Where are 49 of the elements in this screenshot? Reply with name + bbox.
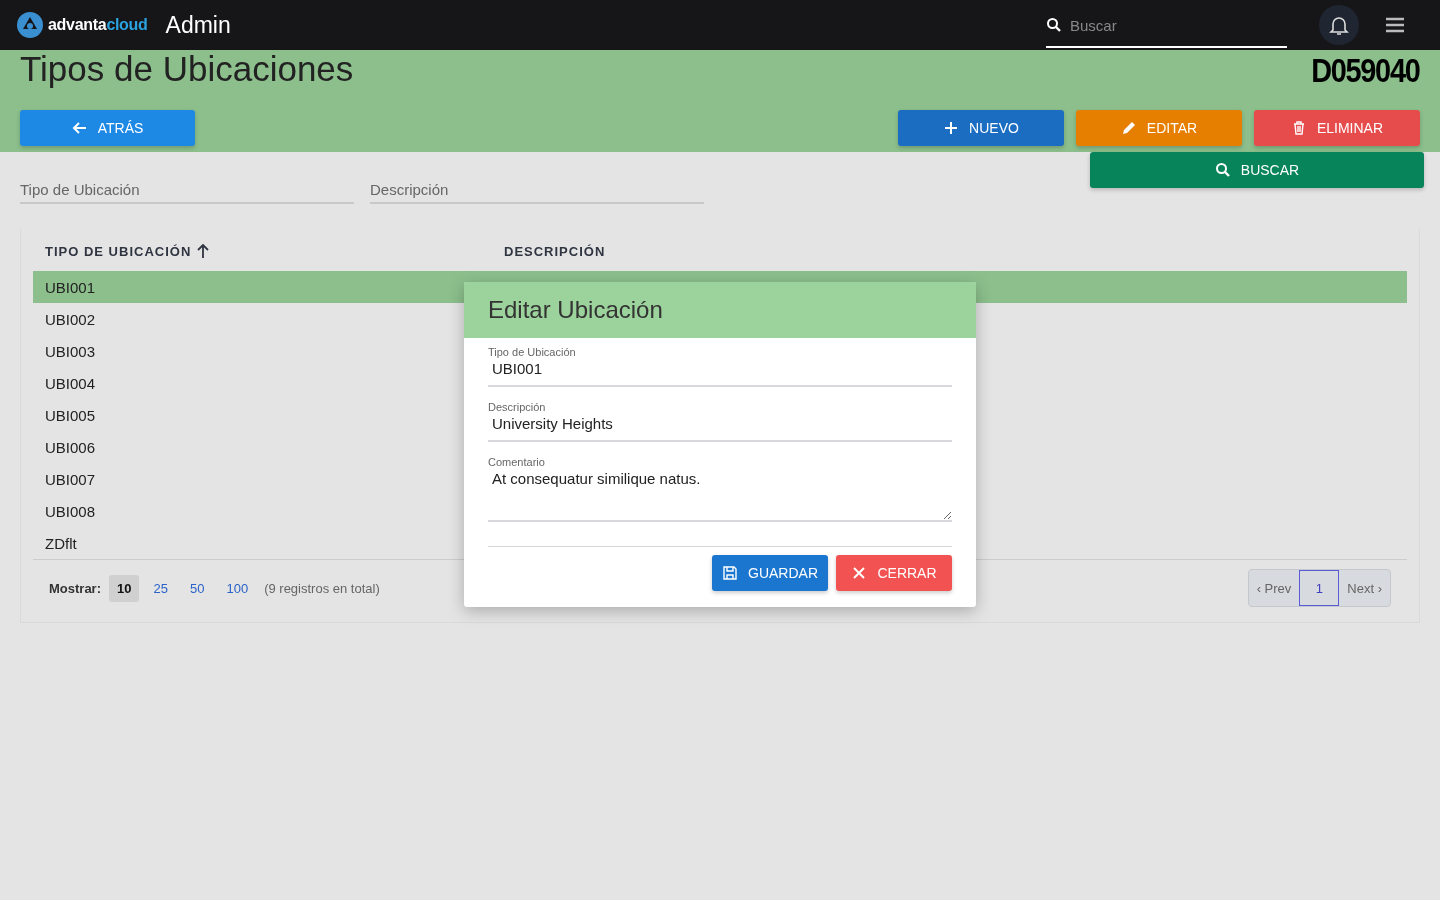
page-size-option[interactable]: 100 [218,574,257,602]
delete-button[interactable]: ELIMINAR [1254,110,1420,146]
page-size-label: Mostrar: [49,580,101,596]
column-header[interactable]: DESCRIPCIÓN [504,243,606,259]
page-button[interactable]: 1 [1299,570,1340,606]
field-label: Comentario [488,456,546,468]
page-size-option[interactable]: 25 [145,574,176,602]
close-icon [851,565,868,581]
bell-button[interactable] [1319,5,1359,45]
logo-icon [16,11,44,39]
table-cell[interactable]: ZDflt [45,534,77,552]
brand-name: advantacloud [48,16,148,34]
record-count: (9 registros en total) [264,580,380,596]
new-button[interactable]: NUEVO [898,110,1064,146]
next-button[interactable]: Next › [1339,570,1390,606]
record-code: D059040 [1311,50,1420,90]
page-title: Tipos de Ubicaciones [20,49,354,89]
search-icon [1214,162,1231,178]
table-cell: UBI001 [45,278,96,296]
page-size-option[interactable]: 50 [181,574,213,602]
back-button[interactable]: ATRÁS [20,110,195,146]
arrow-left-icon [71,120,88,136]
filter-field[interactable]: Descripción [370,179,704,204]
floppy-icon [722,565,738,581]
search-field[interactable]: Buscar [1068,15,1272,35]
table-cell[interactable]: UBI005 [45,406,96,424]
filter-field[interactable]: Tipo de Ubicación [20,179,354,204]
section-title: Admin [165,11,231,39]
input-field[interactable]: UBI001 [488,358,952,385]
pencil-icon [1120,120,1137,136]
prev-button[interactable]: ‹ Prev [1248,570,1300,606]
column-header[interactable]: TIPO DE UBICACIÓN [45,243,192,259]
field-label: Descripción [488,401,547,413]
search-icon [1046,17,1062,33]
comment-field[interactable]: At consequatur similique natus. [488,468,952,520]
table-cell[interactable]: UBI002 [45,310,96,328]
menu-icon[interactable] [1386,17,1404,33]
table-cell[interactable]: UBI004 [45,374,96,392]
table-cell[interactable]: UBI006 [45,438,96,456]
search-button[interactable]: BUSCAR [1090,152,1424,188]
page-size-option[interactable]: 10 [109,574,140,602]
table-cell[interactable]: UBI003 [45,342,96,360]
table-cell[interactable]: UBI008 [45,502,96,520]
dialog-title: Editar Ubicación [488,296,663,324]
plus-icon [943,120,960,136]
input-field[interactable]: University Heights [488,413,952,440]
field-label: Tipo de Ubicación [488,346,577,358]
table-cell[interactable]: UBI007 [45,470,96,488]
save-button[interactable]: GUARDAR [712,555,828,591]
